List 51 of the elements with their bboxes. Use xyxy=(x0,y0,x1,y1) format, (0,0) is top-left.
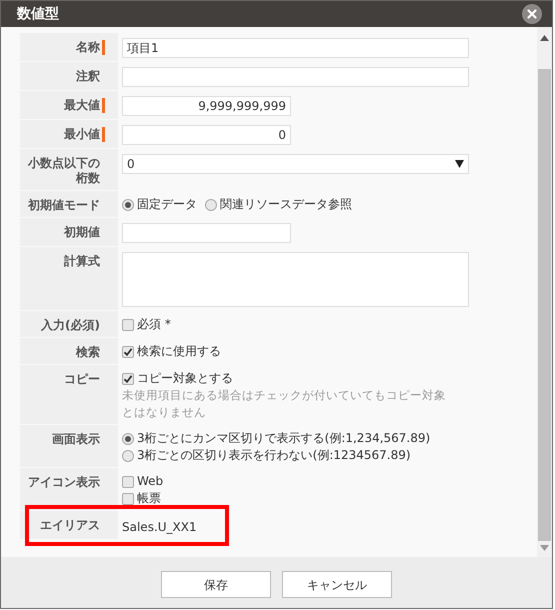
alias-value: Sales.U_XX1 xyxy=(122,519,198,536)
dropdown-value: 0 xyxy=(127,156,135,173)
radio-label[interactable]: 固定データ xyxy=(137,196,197,213)
help-text: 未使用項目にある場合はチェックが付いていてもコピー対象とはなりません xyxy=(122,387,447,421)
checkbox[interactable] xyxy=(122,372,134,384)
dialog-title: 数値型 xyxy=(17,4,59,24)
textarea-field[interactable] xyxy=(122,252,469,307)
scroll-thumb[interactable] xyxy=(538,69,551,541)
dropdown-field[interactable]: 0 xyxy=(122,154,469,174)
field-label: 最大値 xyxy=(64,98,100,113)
checkbox[interactable] xyxy=(122,346,134,358)
text-field[interactable]: 項目1 xyxy=(122,38,469,58)
number-field[interactable] xyxy=(122,223,291,243)
field-label: 画面表示 xyxy=(52,432,100,447)
scroll-up-icon[interactable] xyxy=(540,35,549,41)
radio-button[interactable] xyxy=(122,450,134,462)
number-field[interactable]: 9,999,999,999 xyxy=(122,96,291,116)
radio-label[interactable]: 3桁ごとにカンマ区切りで表示する(例:1,234,567.89) xyxy=(137,430,430,447)
number-field[interactable]: 0 xyxy=(122,125,291,145)
close-icon[interactable] xyxy=(522,4,542,24)
text-field[interactable] xyxy=(122,67,469,87)
dialog-button[interactable]: 保存 xyxy=(161,571,271,598)
checkbox[interactable] xyxy=(122,492,134,504)
field-label: エイリアス xyxy=(40,518,100,533)
field-label: 初期値 xyxy=(64,225,100,240)
checkbox-label[interactable]: 必須 * xyxy=(137,316,171,333)
radio-label[interactable]: 関連リソースデータ参照 xyxy=(220,196,352,213)
checkbox-label[interactable]: コピー対象とする xyxy=(137,370,233,387)
field-label: 検索 xyxy=(76,345,100,360)
scroll-down-icon[interactable] xyxy=(540,545,549,551)
field-label: 初期値モード xyxy=(28,198,100,213)
radio-button[interactable] xyxy=(205,198,217,210)
checkbox-label[interactable]: 検索に使用する xyxy=(137,343,221,360)
field-label: 最小値 xyxy=(64,127,100,142)
scrollbar[interactable] xyxy=(537,27,552,557)
radio-label[interactable]: 3桁ごとの区切り表示を行わない(例:1234567.89) xyxy=(137,447,411,464)
field-label: 計算式 xyxy=(64,254,100,269)
dialog-button[interactable]: キャンセル xyxy=(282,571,392,598)
field-label: 名称 xyxy=(76,40,100,55)
checkbox[interactable] xyxy=(122,476,134,488)
radio-button[interactable] xyxy=(122,432,134,444)
field-label: 入力(必須) xyxy=(41,318,100,333)
checkbox[interactable] xyxy=(122,318,134,330)
checkbox-label[interactable]: 帳票 xyxy=(137,490,161,507)
field-label: コピー xyxy=(64,372,100,387)
checkbox-label[interactable]: Web xyxy=(137,473,164,490)
radio-button[interactable] xyxy=(122,198,134,210)
field-label: 小数点以下の桁数 xyxy=(26,156,100,186)
caret-icon xyxy=(455,160,464,168)
field-label: アイコン表示 xyxy=(28,475,100,490)
field-label: 注釈 xyxy=(76,69,100,84)
